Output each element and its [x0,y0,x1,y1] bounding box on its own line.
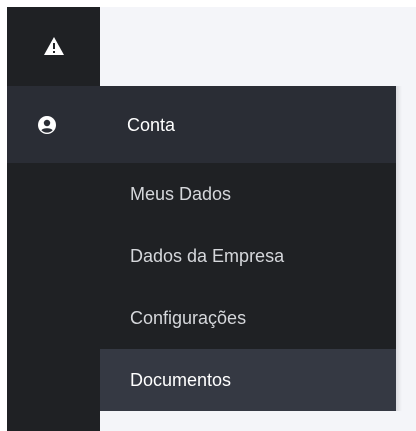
sidebar [7,7,100,431]
submenu-item-meus-dados[interactable]: Meus Dados [100,163,396,225]
submenu-item-label: Meus Dados [130,184,232,204]
warning-icon [43,37,64,55]
account-submenu: Meus Dados Dados da Empresa Configuraçõe… [100,163,396,411]
submenu-item-label: Documentos [130,370,232,390]
sidebar-item-account[interactable]: Conta [7,86,396,163]
submenu-item-label: Configurações [130,308,247,328]
app-screen: Conta Meus Dados Dados da Empresa Config… [0,0,416,431]
user-circle-icon [7,86,87,163]
account-label: Conta [127,115,176,135]
sidebar-item-alerts[interactable] [7,29,100,63]
submenu-shadow [396,86,402,411]
submenu-item-documentos[interactable]: Documentos [100,349,396,411]
submenu-item-configuracoes[interactable]: Configurações [100,287,396,349]
submenu-item-dados-empresa[interactable]: Dados da Empresa [100,225,396,287]
submenu-item-label: Dados da Empresa [130,246,285,266]
